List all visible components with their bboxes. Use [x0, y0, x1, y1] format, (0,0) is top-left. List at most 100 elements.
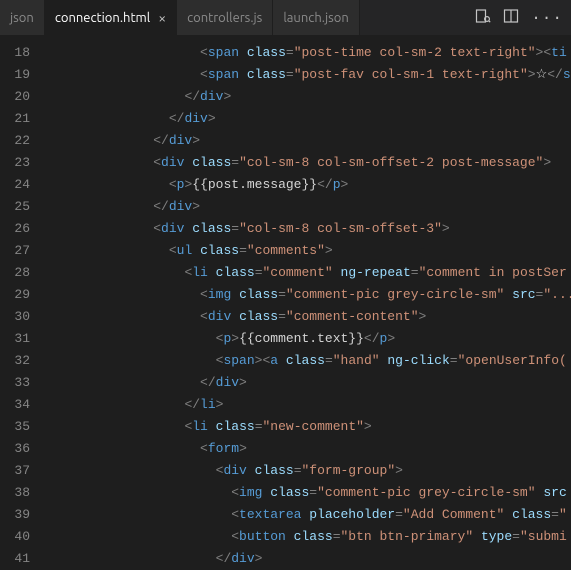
- line-number: 30: [0, 306, 30, 328]
- code-line[interactable]: </div>: [44, 86, 571, 108]
- editor[interactable]: 1819202122232425262728293031323334353637…: [0, 36, 571, 562]
- code-line[interactable]: <span class="post-time col-sm-2 text-rig…: [44, 42, 571, 64]
- token-str: "comment-pic grey-circle-sm": [317, 485, 535, 500]
- code-line[interactable]: <div class="col-sm-8 col-sm-offset-2 pos…: [44, 152, 571, 174]
- close-icon[interactable]: ×: [158, 10, 166, 26]
- code-line[interactable]: </li>: [44, 394, 571, 416]
- token-text: [504, 287, 512, 302]
- token-gray: <: [231, 507, 239, 522]
- token-attr: ng-click: [387, 353, 449, 368]
- token-gray: <: [200, 309, 208, 324]
- token-gray: <: [169, 243, 177, 258]
- code-line[interactable]: <div class="comment-content">: [44, 306, 571, 328]
- token-gray: =: [286, 67, 294, 82]
- code-line[interactable]: <textarea placeholder="Add Comment" clas…: [44, 504, 571, 526]
- token-tag: div: [184, 111, 207, 126]
- code-line[interactable]: </div>: [44, 130, 571, 152]
- open-preview-icon[interactable]: [475, 8, 491, 28]
- split-editor-icon[interactable]: [503, 8, 519, 28]
- tab-connection-html[interactable]: connection.html×: [45, 0, 177, 35]
- code-line[interactable]: <ul class="comments">: [44, 240, 571, 262]
- token-text: [231, 309, 239, 324]
- line-number: 19: [0, 64, 30, 86]
- token-text: [247, 463, 255, 478]
- token-gray: >: [208, 111, 216, 126]
- code-line[interactable]: </div>: [44, 196, 571, 218]
- code-line[interactable]: <img class="comment-pic grey-circle-sm" …: [44, 284, 571, 306]
- token-text: [239, 67, 247, 82]
- code-line[interactable]: <img class="comment-pic grey-circle-sm" …: [44, 482, 571, 504]
- token-tag: span: [208, 67, 239, 82]
- token-tag: span: [223, 353, 254, 368]
- token-str: ": [559, 507, 567, 522]
- token-str: "openUserInfo(: [458, 353, 567, 368]
- token-str: "comment-content": [286, 309, 419, 324]
- token-str: "post-fav col-sm-1 text-right": [294, 67, 528, 82]
- token-attr: class: [247, 67, 286, 82]
- token-gray: <: [543, 45, 551, 60]
- code-content[interactable]: <span class="post-time col-sm-2 text-rig…: [44, 36, 571, 562]
- line-number: 31: [0, 328, 30, 350]
- token-tag: p: [333, 177, 341, 192]
- code-line[interactable]: <span><a class="hand" ng-click="openUser…: [44, 350, 571, 372]
- code-line[interactable]: </div>: [44, 108, 571, 130]
- token-gray: >: [442, 221, 450, 236]
- token-gray: >: [543, 155, 551, 170]
- token-str: "Add Comment": [403, 507, 504, 522]
- token-str: "submi: [520, 529, 567, 544]
- code-line[interactable]: </div>: [44, 548, 571, 562]
- token-gray: >: [255, 551, 263, 562]
- line-number: 33: [0, 372, 30, 394]
- token-str: "...: [543, 287, 571, 302]
- tab-json[interactable]: json: [0, 0, 45, 35]
- token-tag: div: [231, 551, 254, 562]
- code-line[interactable]: <div class="col-sm-8 col-sm-offset-3">: [44, 218, 571, 240]
- token-gray: <: [153, 155, 161, 170]
- token-tag: img: [208, 287, 231, 302]
- code-line[interactable]: <div class="form-group">: [44, 460, 571, 482]
- code-line[interactable]: <button class="btn btn-primary" type="su…: [44, 526, 571, 548]
- token-attr: ng-repeat: [341, 265, 411, 280]
- token-str: "col-sm-8 col-sm-offset-2 post-message": [239, 155, 543, 170]
- token-attr: class: [216, 265, 255, 280]
- code-line[interactable]: <li class="comment" ng-repeat="comment i…: [44, 262, 571, 284]
- token-tag: li: [200, 397, 216, 412]
- token-gray: </: [364, 331, 380, 346]
- code-line[interactable]: <li class="new-comment">: [44, 416, 571, 438]
- token-text: [231, 287, 239, 302]
- token-tag: textarea: [239, 507, 301, 522]
- token-gray: <: [153, 221, 161, 236]
- tab-label: json: [10, 11, 34, 25]
- more-icon[interactable]: ···: [531, 9, 563, 27]
- line-number: 26: [0, 218, 30, 240]
- token-gray: >: [192, 133, 200, 148]
- token-tag: span: [208, 45, 239, 60]
- code-line[interactable]: </div>: [44, 372, 571, 394]
- code-line[interactable]: <p>{{post.message}}</p>: [44, 174, 571, 196]
- line-number: 20: [0, 86, 30, 108]
- token-text: ☆: [536, 67, 548, 82]
- tab-controllers-js[interactable]: controllers.js: [177, 0, 273, 35]
- code-line[interactable]: <span class="post-fav col-sm-1 text-righ…: [44, 64, 571, 86]
- token-gray: =: [333, 529, 341, 544]
- token-str: "post-time col-sm-2 text-right": [294, 45, 536, 60]
- token-attr: class: [200, 243, 239, 258]
- code-line[interactable]: <p>{{comment.text}}</p>: [44, 328, 571, 350]
- token-gray: <: [200, 441, 208, 456]
- token-text: [278, 353, 286, 368]
- token-gray: =: [450, 353, 458, 368]
- token-text: {{post.message}}: [192, 177, 317, 192]
- line-number: 24: [0, 174, 30, 196]
- token-str: "new-comment": [263, 419, 364, 434]
- token-attr: class: [239, 287, 278, 302]
- token-str: "form-group": [302, 463, 396, 478]
- token-tag: ti: [551, 45, 567, 60]
- line-number: 22: [0, 130, 30, 152]
- token-tag: div: [216, 375, 239, 390]
- tab-launch-json[interactable]: launch.json: [273, 0, 359, 35]
- token-gray: =: [294, 463, 302, 478]
- tab-label: controllers.js: [187, 11, 262, 25]
- token-attr: class: [294, 529, 333, 544]
- token-gray: <: [200, 287, 208, 302]
- code-line[interactable]: <form>: [44, 438, 571, 460]
